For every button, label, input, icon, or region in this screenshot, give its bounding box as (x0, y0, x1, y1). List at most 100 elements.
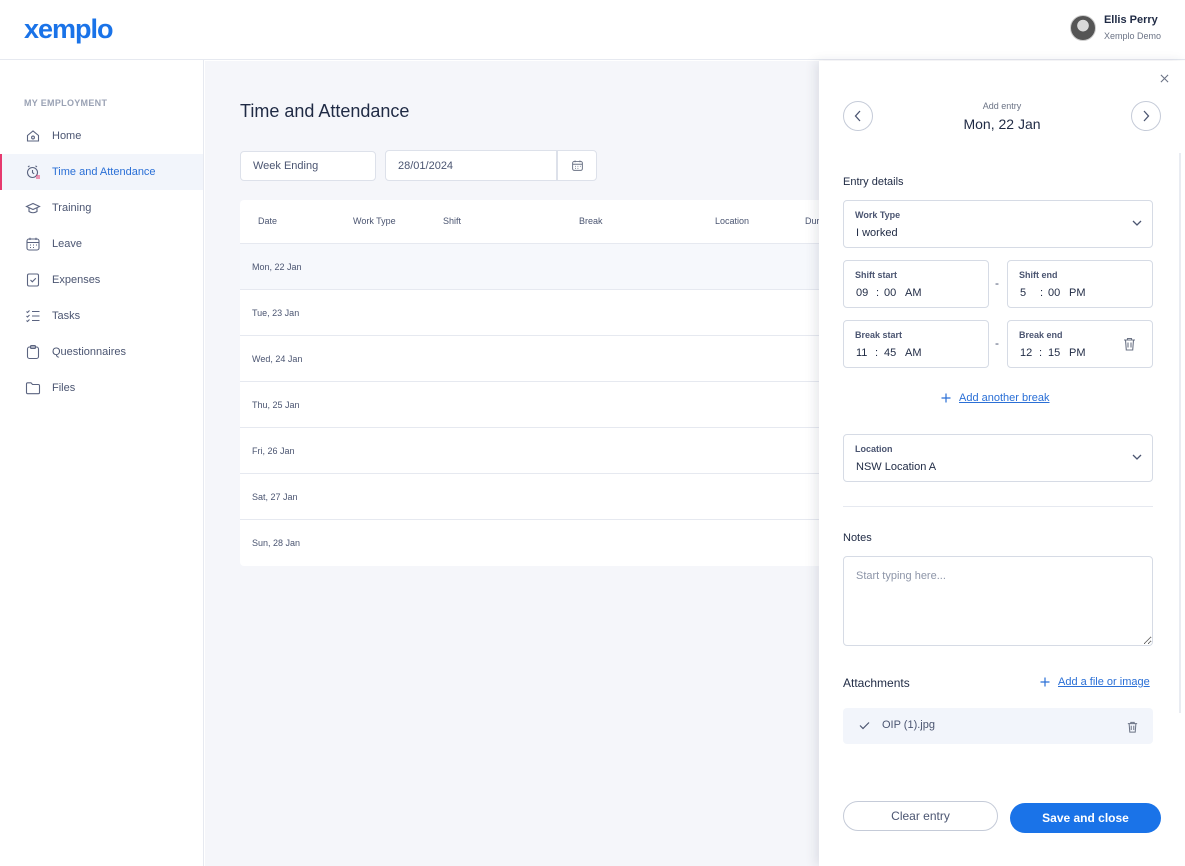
delete-attachment-button[interactable] (1127, 720, 1138, 738)
calendar-icon (25, 236, 41, 252)
break-start-hour[interactable]: 11 (856, 347, 867, 359)
break-end-period[interactable]: PM (1069, 347, 1086, 359)
add-another-break-link[interactable]: Add another break (941, 392, 1050, 404)
sidebar-item-label: Training (52, 202, 92, 214)
main-content: Time and Attendance Week Ending 28/01/20… (205, 61, 819, 866)
time-separator: : (1039, 347, 1043, 359)
date-picker-button[interactable] (557, 150, 597, 181)
sidebar-item-training[interactable]: Training (0, 190, 203, 226)
sidebar-item-home[interactable]: Home (0, 118, 203, 154)
shift-end-hour[interactable]: 5 (1020, 287, 1026, 299)
clipboard-icon (25, 344, 41, 360)
checklist-icon (25, 308, 41, 324)
work-type-label: Work Type (855, 210, 901, 220)
column-header-work-type[interactable]: Work Type (353, 216, 396, 226)
range-dash: - (995, 336, 999, 350)
receipt-icon (25, 272, 41, 288)
close-panel-button[interactable] (1157, 71, 1171, 85)
notes-heading: Notes (843, 532, 872, 544)
location-value: NSW Location A (856, 461, 937, 473)
sidebar-item-label: Questionnaires (52, 346, 126, 358)
table-row[interactable]: Tue, 23 Jan (240, 290, 819, 336)
save-and-close-button[interactable]: Save and close (1010, 803, 1161, 833)
shift-end-period[interactable]: PM (1069, 287, 1086, 299)
sidebar-item-leave[interactable]: Leave (0, 226, 203, 262)
sidebar-item-tasks[interactable]: Tasks (0, 298, 203, 334)
shift-start-minute[interactable]: 00 (884, 287, 896, 299)
row-date: Wed, 24 Jan (252, 354, 303, 364)
calendar-icon (571, 160, 583, 171)
row-date: Thu, 25 Jan (252, 400, 300, 410)
graduation-cap-icon (25, 200, 41, 216)
delete-break-button[interactable] (1123, 337, 1136, 356)
home-icon (25, 128, 41, 144)
shift-start-period[interactable]: AM (905, 287, 922, 299)
add-file-link[interactable]: Add a file or image (1040, 676, 1150, 688)
table-row[interactable]: Mon, 22 Jan (240, 244, 819, 290)
attachment-name[interactable]: OIP (1).jpg (882, 719, 935, 731)
break-end-minute[interactable]: 15 (1048, 347, 1060, 359)
work-type-select[interactable]: Work Type I worked (843, 200, 1153, 248)
break-start-field[interactable]: Break start 11 : 45 AM (843, 320, 989, 368)
section-divider (843, 506, 1153, 507)
sidebar-item-label: Tasks (52, 310, 81, 322)
table-row[interactable]: Fri, 26 Jan (240, 428, 819, 474)
sidebar-item-label: Time and Attendance (52, 166, 156, 178)
sidebar-item-label: Files (52, 382, 76, 394)
add-another-break-label[interactable]: Add another break (959, 392, 1050, 404)
column-header-duration[interactable]: Dur (805, 216, 819, 226)
shift-start-hour[interactable]: 09 (856, 287, 868, 299)
row-date: Fri, 26 Jan (252, 446, 295, 456)
time-separator: : (1040, 287, 1044, 299)
entry-details-heading: Entry details (843, 176, 904, 188)
break-start-period[interactable]: AM (905, 347, 922, 359)
avatar[interactable] (1069, 14, 1096, 41)
column-header-date[interactable]: Date (258, 216, 277, 226)
trash-icon (1127, 721, 1138, 733)
table-row[interactable]: Sun, 28 Jan (240, 520, 819, 566)
week-ending-date-input[interactable]: 28/01/2024 (385, 150, 557, 181)
table-header: Date Work Type Shift Break Location Dur (240, 200, 819, 244)
xemplo-logo[interactable]: xemplo (24, 14, 114, 45)
add-file-label[interactable]: Add a file or image (1058, 676, 1150, 688)
user-name: Ellis Perry (1103, 14, 1158, 26)
sidebar-item-time-and-attendance[interactable]: Time and Attendance (0, 154, 203, 190)
chevron-down-icon (1132, 454, 1142, 460)
attachment-item: OIP (1).jpg (843, 708, 1153, 744)
sidebar: MY EMPLOYMENT Home Time and Attendance T… (0, 60, 204, 866)
row-date: Mon, 22 Jan (252, 262, 302, 272)
location-select[interactable]: Location NSW Location A (843, 434, 1153, 482)
chevron-down-icon (1132, 220, 1142, 226)
close-icon (1160, 74, 1168, 82)
next-day-button[interactable] (1131, 101, 1161, 131)
sidebar-item-expenses[interactable]: Expenses (0, 262, 203, 298)
table-row[interactable]: Sat, 27 Jan (240, 474, 819, 520)
shift-end-label: Shift end (1019, 270, 1058, 280)
sidebar-item-files[interactable]: Files (0, 370, 203, 406)
work-type-value: I worked (856, 227, 898, 239)
sidebar-item-questionnaires[interactable]: Questionnaires (0, 334, 203, 370)
clock-icon (25, 164, 41, 180)
notes-textarea[interactable] (843, 556, 1153, 646)
time-separator: : (876, 287, 880, 299)
trash-icon (1124, 337, 1135, 351)
table-row[interactable]: Wed, 24 Jan (240, 336, 819, 382)
break-start-minute[interactable]: 45 (884, 347, 896, 359)
break-end-hour[interactable]: 12 (1020, 347, 1032, 359)
break-end-field[interactable]: Break end 12 : 15 PM (1007, 320, 1153, 368)
panel-scrollbar[interactable] (1179, 153, 1181, 713)
column-header-location[interactable]: Location (715, 216, 749, 226)
table-row[interactable]: Thu, 25 Jan (240, 382, 819, 428)
shift-end-field[interactable]: Shift end 5 : 00 PM (1007, 260, 1153, 308)
clear-entry-button[interactable]: Clear entry (843, 801, 998, 831)
page-title: Time and Attendance (240, 101, 410, 121)
shift-end-minute[interactable]: 00 (1048, 287, 1060, 299)
row-date: Tue, 23 Jan (252, 308, 300, 318)
week-ending-select[interactable]: Week Ending (240, 151, 376, 181)
user-menu[interactable]: Ellis Perry Xemplo Demo (1069, 14, 1161, 41)
shift-start-field[interactable]: Shift start 09 : 00 AM (843, 260, 989, 308)
column-header-break[interactable]: Break (579, 216, 603, 226)
column-header-shift[interactable]: Shift (443, 216, 461, 226)
folder-icon (25, 380, 41, 396)
row-date: Sun, 28 Jan (252, 538, 301, 548)
